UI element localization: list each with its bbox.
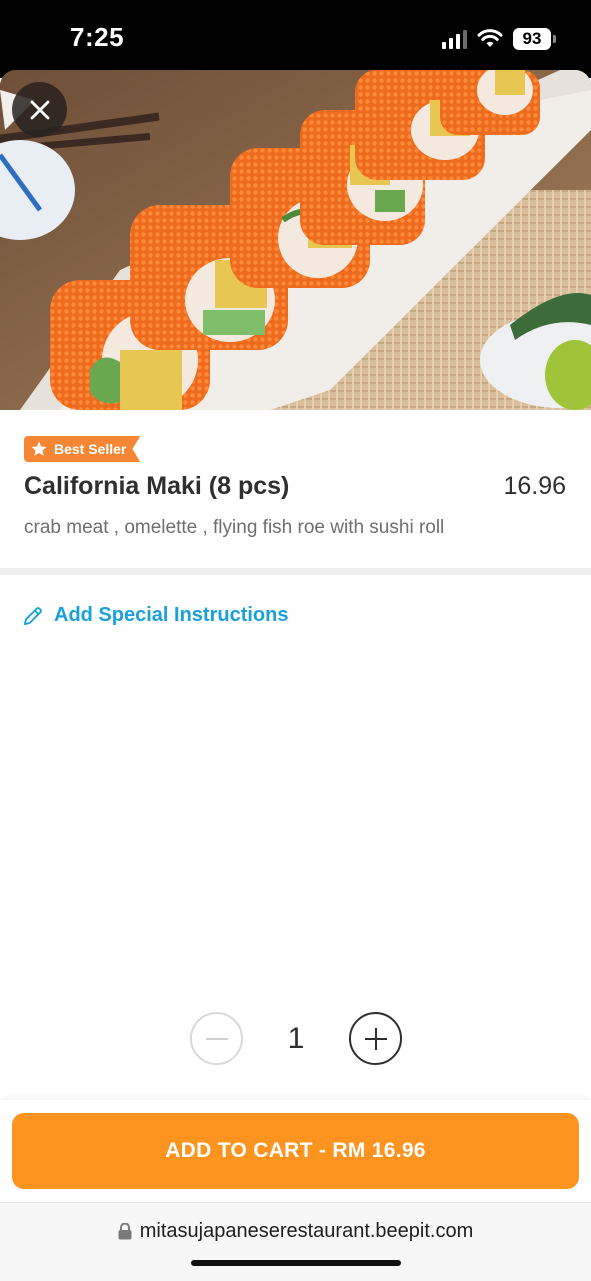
quantity-stepper: 1	[190, 1012, 402, 1069]
product-image	[0, 70, 591, 410]
wifi-icon	[477, 29, 503, 47]
section-divider	[0, 568, 591, 575]
increase-quantity-button[interactable]	[349, 1012, 402, 1065]
battery-icon: 93	[513, 28, 556, 50]
add-to-cart-button[interactable]: ADD TO CART - RM 16.96	[12, 1113, 579, 1189]
star-icon	[30, 440, 48, 458]
browser-url-bar[interactable]: mitasujapaneserestaurant.beepit.com	[0, 1202, 591, 1281]
url-display: mitasujapaneserestaurant.beepit.com	[0, 1220, 591, 1243]
home-indicator[interactable]	[191, 1260, 401, 1266]
status-bar: 7:25 93	[0, 0, 591, 78]
cellular-signal-icon	[442, 29, 467, 49]
best-seller-badge: Best Seller	[24, 436, 140, 462]
pencil-icon	[23, 606, 42, 625]
close-icon	[30, 100, 49, 119]
product-name: California Maki (8 pcs)	[24, 472, 290, 500]
sushi-illustration	[0, 70, 591, 410]
product-description: crab meat , omelette , flying fish roe w…	[24, 517, 445, 538]
url-text: mitasujapaneserestaurant.beepit.com	[139, 1220, 474, 1242]
status-time: 7:25	[70, 22, 125, 52]
product-price: 16.96	[503, 472, 566, 500]
badge-label: Best Seller	[54, 441, 127, 457]
lock-icon	[118, 1223, 132, 1240]
special-instructions-label: Add Special Instructions	[54, 604, 289, 626]
close-button[interactable]	[12, 82, 67, 137]
add-special-instructions-link[interactable]: Add Special Instructions	[22, 604, 288, 627]
plus-icon	[364, 1027, 387, 1050]
status-icons: 93	[442, 26, 556, 52]
product-details: Best Seller California Maki (8 pcs) 16.9…	[0, 410, 591, 570]
